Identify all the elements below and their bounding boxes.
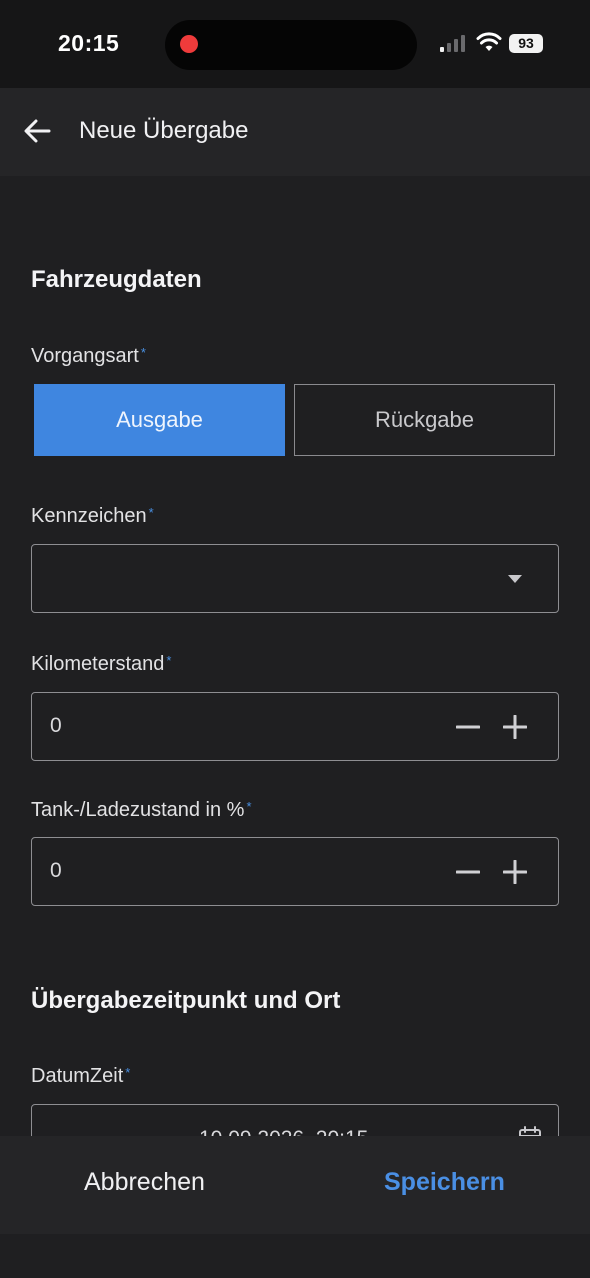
tank-value: 0 (50, 859, 62, 882)
plus-icon[interactable] (503, 715, 527, 739)
page-title: Neue Übergabe (79, 117, 249, 144)
save-button[interactable]: Speichern (384, 1168, 505, 1197)
home-indicator-area (0, 1234, 590, 1278)
label-tank: Tank-/Ladezustand in % * (31, 799, 252, 821)
bottom-action-bar: Abbrechen Speichern (0, 1136, 590, 1278)
section-title-handover: Übergabezeitpunkt und Ort (31, 987, 341, 1014)
cellular-signal-icon (440, 34, 468, 52)
status-time: 20:15 (58, 30, 120, 56)
arrow-left-icon[interactable] (20, 114, 54, 148)
kennzeichen-select[interactable] (31, 544, 559, 613)
label-kennzeichen: Kennzeichen * (31, 505, 154, 527)
battery-icon: 93 (509, 34, 543, 53)
calendar-icon[interactable] (518, 1125, 542, 1136)
form-content[interactable]: Fahrzeugdaten Vorgangsart * Ausgabe Rückg… (0, 176, 590, 1136)
cancel-button[interactable]: Abbrechen (84, 1168, 205, 1197)
label-vorgangsart: Vorgangsart * (31, 345, 146, 367)
segment-ausgabe[interactable]: Ausgabe (34, 384, 285, 456)
datumzeit-value: 10.09.2026, 20:15 (199, 1127, 368, 1136)
section-title-vehicle: Fahrzeugdaten (31, 266, 202, 293)
recording-dot-icon (180, 35, 198, 53)
caret-down-icon (508, 575, 522, 583)
dynamic-island (165, 20, 417, 70)
datumzeit-field[interactable]: 10.09.2026, 20:15 (31, 1104, 559, 1136)
kilometerstand-stepper[interactable]: 0 (31, 692, 559, 761)
tank-stepper[interactable]: 0 (31, 837, 559, 906)
segment-rueckgabe[interactable]: Rückgabe (294, 384, 555, 456)
app-bar: Neue Übergabe (0, 88, 590, 176)
minus-icon[interactable] (456, 860, 480, 884)
minus-icon[interactable] (456, 715, 480, 739)
label-datumzeit: DatumZeit * (31, 1065, 131, 1087)
label-kilometerstand: Kilometerstand * (31, 653, 172, 675)
wifi-icon (476, 32, 502, 51)
kilometerstand-value: 0 (50, 714, 62, 737)
plus-icon[interactable] (503, 860, 527, 884)
status-bar: 20:15 93 (0, 0, 590, 88)
